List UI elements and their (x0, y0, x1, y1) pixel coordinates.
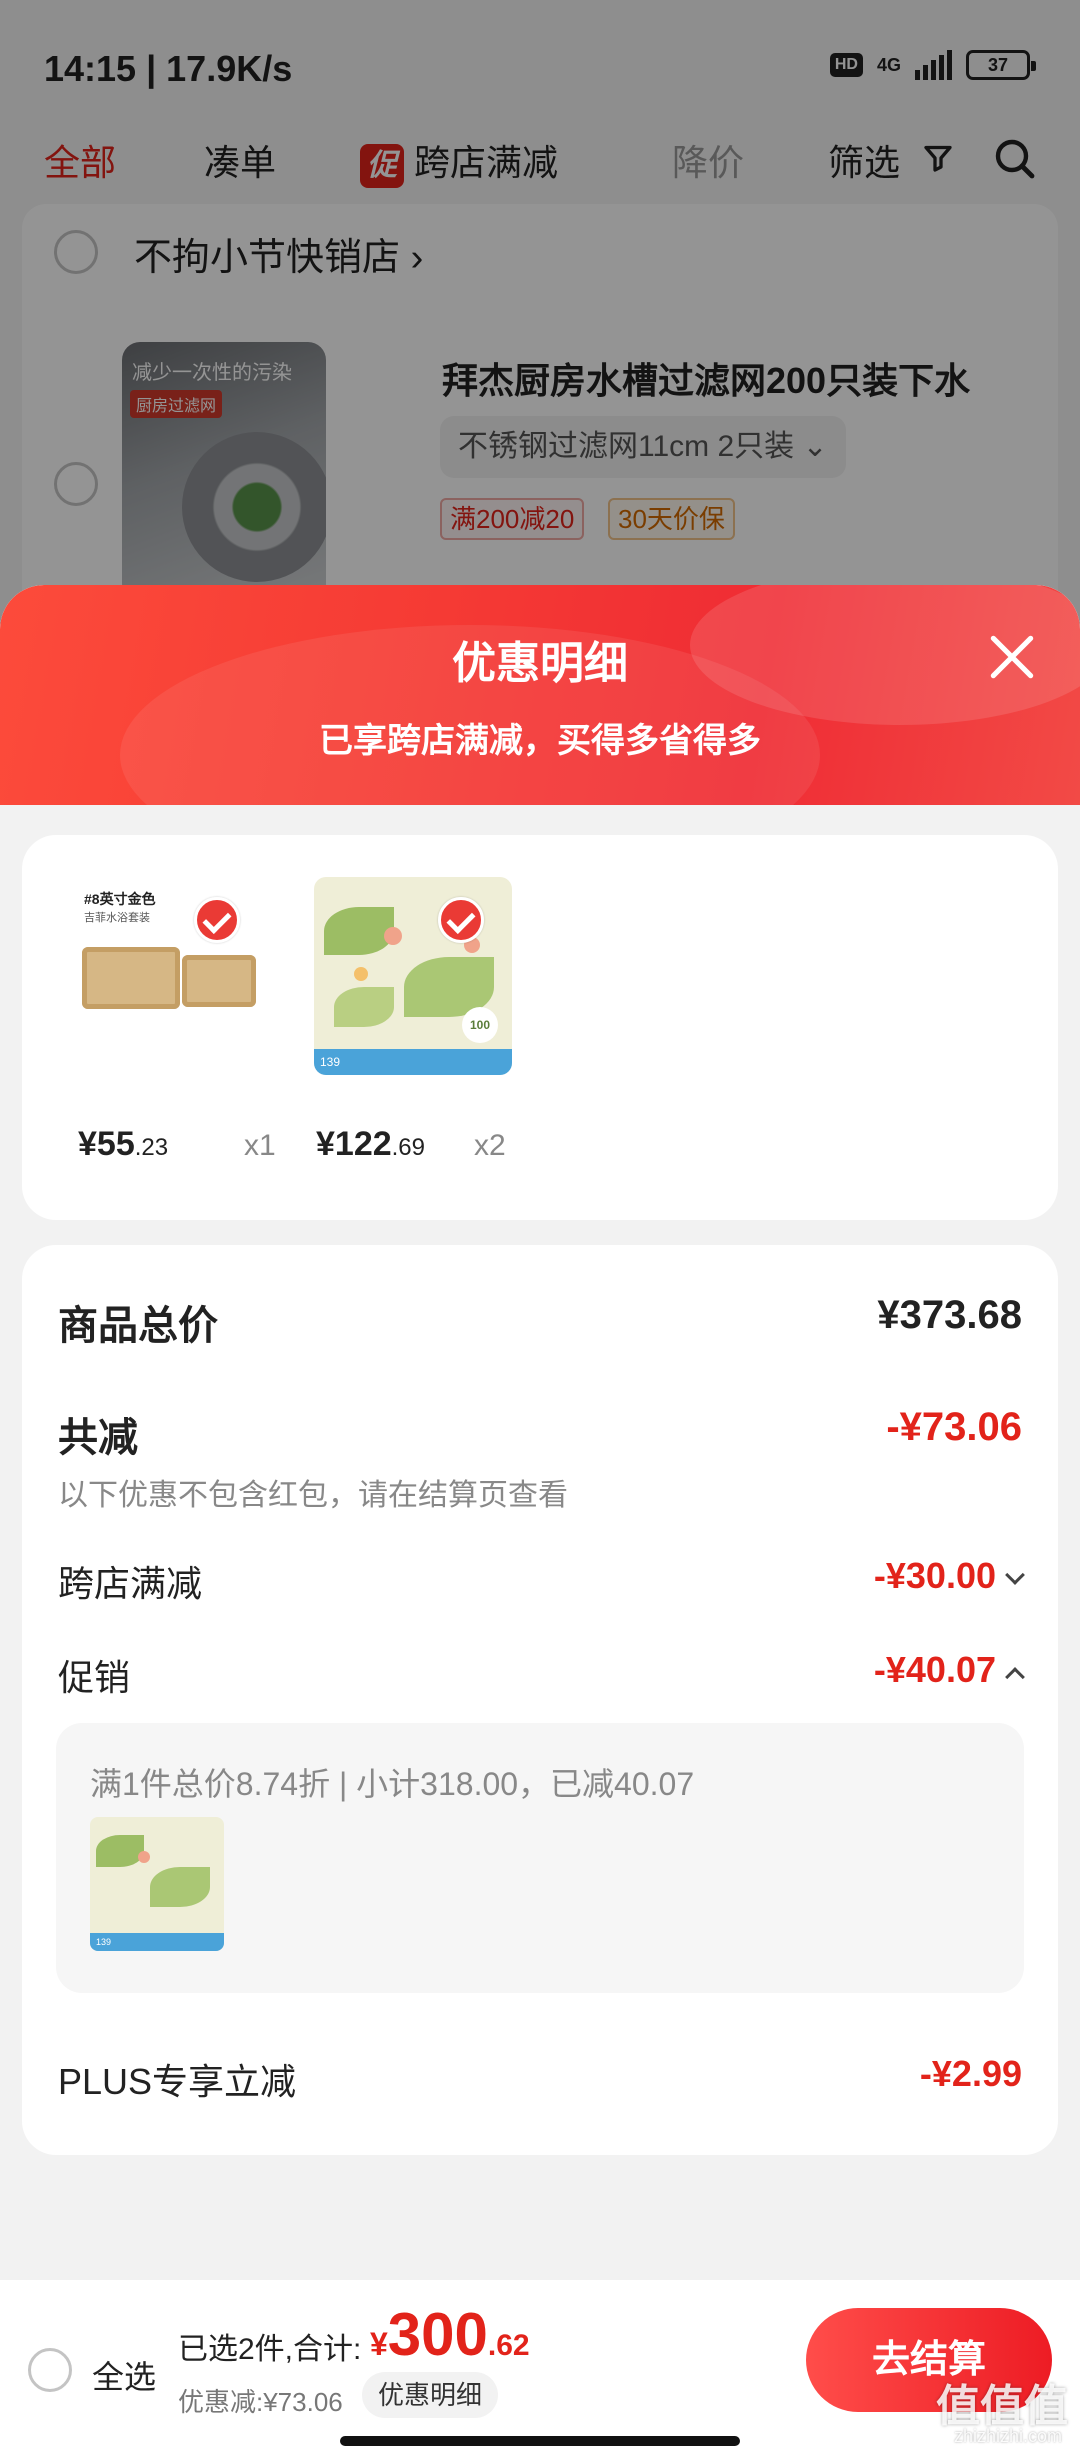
price-breakdown-card: 商品总价 ¥373.68 共减 -¥73.06 以下优惠不包含红包，请在结算页查… (22, 1245, 1058, 2155)
item-image-badge: 100 (462, 1007, 498, 1043)
promo-detail-text: 满1件总价8.74折 | 小计318.00，已减40.07 (90, 1766, 695, 1802)
cross-store-value[interactable]: -¥30.00 (874, 1555, 1025, 1597)
item-price: ¥55.23 (78, 1125, 169, 1163)
select-all-label[interactable]: 全选 (92, 2352, 156, 2398)
item-image-strip: 139 (314, 1049, 512, 1075)
flower-pattern (354, 967, 368, 981)
home-indicator[interactable] (340, 2436, 740, 2446)
discount-detail-sheet: 优惠明细 已享跨店满减，买得多省得多 #8英寸金色 吉菲水浴套装 100 139… (0, 585, 1080, 2460)
item-image-baking-pan[interactable]: #8英寸金色 吉菲水浴套装 (70, 877, 268, 1075)
cart-page-background: 14:15 | 17.9K/s HD 4G 37 全部 凑单 促跨店满减 降价 … (0, 0, 1080, 644)
pan-image (82, 947, 180, 1009)
cross-store-label: 跨店满减 (58, 1563, 203, 1604)
modal-overlay[interactable] (0, 0, 1080, 640)
cross-store-row[interactable]: 跨店满减 -¥30.00 (58, 1555, 1025, 1605)
close-icon[interactable] (984, 629, 1040, 685)
item-image-subtitle: 吉菲水浴套装 (84, 912, 150, 924)
chevron-down-icon (1005, 1565, 1025, 1585)
discount-note: 以下优惠不包含红包，请在结算页查看 (58, 1479, 568, 1512)
sheet-title: 优惠明细 (452, 639, 628, 688)
sheet-header: 优惠明细 已享跨店满减，买得多省得多 (0, 585, 1080, 805)
chevron-up-icon (1005, 1667, 1025, 1687)
checked-icon[interactable] (194, 897, 240, 943)
checked-icon[interactable] (438, 897, 484, 943)
flower-pattern (384, 927, 402, 945)
promo-detail-box: 满1件总价8.74折 | 小计318.00，已减40.07 139 (56, 1723, 1024, 1993)
promo-row[interactable]: 促销 -¥40.07 (58, 1649, 1025, 1699)
watermark-logo: 值值值 (936, 2382, 1068, 2431)
plus-discount-label: PLUS专享立减 (58, 2061, 297, 2102)
leaf-pattern (334, 987, 394, 1027)
item-image-bedding[interactable]: 100 139 (314, 877, 512, 1075)
item-image-title: #8英寸金色 (84, 891, 156, 907)
promo-item-image[interactable]: 139 (90, 1817, 224, 1951)
sheet-subtitle: 已享跨店满减，买得多省得多 (319, 722, 761, 760)
total-price: ¥300.62 (370, 2301, 530, 2368)
discount-detail-button[interactable]: 优惠明细 (362, 2372, 499, 2418)
goods-total-label: 商品总价 (58, 1304, 218, 1348)
selected-items-card: #8英寸金色 吉菲水浴套装 100 139 ¥55.23 x1 ¥122.69 … (22, 835, 1058, 1220)
item-quantity: x1 (244, 1129, 276, 1162)
select-all-radio[interactable] (28, 2348, 72, 2392)
promo-label: 促销 (58, 1657, 131, 1698)
plus-discount-row: PLUS专享立减 -¥2.99 (58, 2053, 1022, 2103)
discount-summary: 优惠减:¥73.06 (178, 2387, 343, 2417)
leaf-pattern (324, 907, 394, 955)
flower-pattern (138, 1851, 150, 1863)
pan-image (182, 955, 256, 1007)
item-price: ¥122.69 (316, 1125, 426, 1163)
total-discount-value: -¥73.06 (886, 1405, 1022, 1449)
promo-image-strip: 139 (90, 1933, 224, 1951)
promo-value[interactable]: -¥40.07 (874, 1649, 1025, 1691)
watermark-url: zhizhizhi.com (953, 2426, 1062, 2446)
leaf-pattern (150, 1867, 210, 1907)
goods-total-row: 商品总价 ¥373.68 (58, 1293, 1022, 1348)
goods-total-value: ¥373.68 (877, 1293, 1022, 1337)
selected-summary: 已选2件,合计: (178, 2333, 362, 2366)
plus-discount-value: -¥2.99 (919, 2053, 1022, 2094)
total-discount-label: 共减 (58, 1416, 138, 1460)
total-discount-row: 共减 -¥73.06 (58, 1405, 1022, 1460)
item-quantity: x2 (474, 1129, 506, 1162)
leaf-pattern (96, 1835, 144, 1867)
checkout-bar: 全选 已选2件,合计: ¥300.62 优惠减:¥73.06 优惠明细 去结算 (0, 2280, 1080, 2460)
